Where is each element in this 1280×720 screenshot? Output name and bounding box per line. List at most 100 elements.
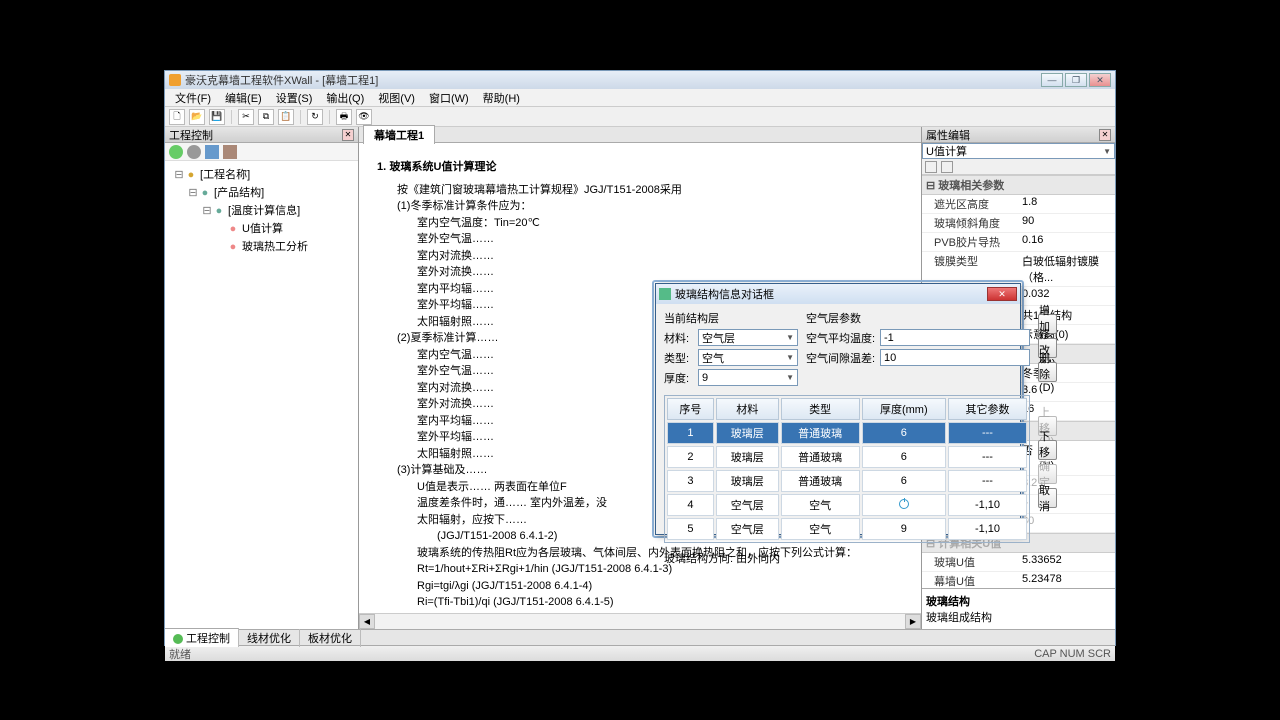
horizontal-scrollbar[interactable]: ◀ ▶ — [359, 613, 921, 629]
tree-item[interactable]: ● U值计算 — [167, 219, 356, 237]
prop-row[interactable]: 遮光区高度1.8 — [922, 195, 1115, 214]
cancel-button[interactable]: 取消 — [1038, 488, 1057, 508]
prop-row[interactable]: PVB胶片导热0.16 — [922, 233, 1115, 252]
open-icon[interactable]: 📂 — [189, 109, 205, 125]
app-icon — [169, 74, 181, 86]
gap-temp-input[interactable] — [880, 349, 1030, 366]
table-row[interactable]: 2玻璃层普通玻璃6--- — [667, 446, 1027, 468]
avg-temp-input[interactable] — [880, 329, 1030, 346]
doc-line: Rgi=tgi/λgi (JGJ/T151-2008 6.4.1-4) — [377, 578, 903, 595]
doc-line: 室内对流换…… — [377, 248, 903, 265]
tree-tb-icon[interactable] — [169, 145, 183, 159]
layer-table[interactable]: 序号材料类型厚度(mm)其它参数 1玻璃层普通玻璃6---2玻璃层普通玻璃6--… — [664, 395, 1030, 543]
table-header[interactable]: 厚度(mm) — [862, 398, 946, 420]
print-icon[interactable]: 🖶 — [336, 109, 352, 125]
menu-output[interactable]: 输出(Q) — [320, 88, 370, 108]
properties-combo[interactable]: U值计算▼ — [922, 143, 1115, 159]
group-air-params: 空气层参数 — [806, 310, 1030, 326]
tree-tb-icon[interactable] — [205, 145, 219, 159]
document-tab[interactable]: 幕墙工程1 — [363, 125, 435, 144]
tree-item[interactable]: ⊟● [温度计算信息] — [167, 201, 356, 219]
table-row[interactable]: 4空气层空气-1,10 — [667, 494, 1027, 516]
dialog-close-button[interactable]: ✕ — [987, 287, 1017, 301]
delete-button[interactable]: 删除(D) — [1038, 362, 1057, 382]
doc-line: Ri=(Tfi-Tbi1)/qi (JGJ/T151-2008 6.4.1-5) — [377, 594, 903, 611]
scroll-right-icon[interactable]: ▶ — [905, 614, 921, 629]
menu-view[interactable]: 视图(V) — [372, 88, 421, 108]
copy-icon[interactable]: ⧉ — [258, 109, 274, 125]
table-header[interactable]: 其它参数 — [948, 398, 1027, 420]
menu-file[interactable]: 文件(F) — [169, 88, 217, 108]
preview-icon[interactable]: 👁 — [356, 109, 372, 125]
dialog-title: 玻璃结构信息对话框 — [675, 286, 774, 302]
glass-structure-dialog: 玻璃结构信息对话框 ✕ 当前结构层 材料: 空气层▼ — [655, 283, 1021, 535]
table-row[interactable]: 5空气层空气9-1,10 — [667, 518, 1027, 540]
minimize-button[interactable]: — — [1041, 73, 1063, 87]
doc-line: (1)冬季标准计算条件应为： — [377, 198, 903, 215]
type-select[interactable]: 空气▼ — [698, 349, 798, 366]
props-tb-icon[interactable] — [941, 161, 953, 173]
dialog-titlebar[interactable]: 玻璃结构信息对话框 ✕ — [656, 284, 1020, 304]
gap-temp-label: 空气间隙温差: — [806, 350, 876, 366]
doc-line: 室内空气温度：Tin=20℃ — [377, 215, 903, 232]
bottom-tab-panel[interactable]: 板材优化 — [300, 629, 361, 647]
bottom-tab-linear[interactable]: 线材优化 — [239, 629, 300, 647]
refresh-icon[interactable]: ↻ — [307, 109, 323, 125]
save-icon[interactable]: 💾 — [209, 109, 225, 125]
tree-item[interactable]: ⊟● [产品结构] — [167, 183, 356, 201]
left-panel: 工程控制 ✕ ⊟● [工程名称]⊟● [产品结构]⊟● [温度计算信息]● U值… — [165, 127, 359, 629]
menu-help[interactable]: 帮助(H) — [477, 88, 526, 108]
maximize-button[interactable]: ❐ — [1065, 73, 1087, 87]
menubar: 文件(F) 编辑(E) 设置(S) 输出(Q) 视图(V) 窗口(W) 帮助(H… — [165, 89, 1115, 107]
status-left: 就绪 — [169, 646, 191, 662]
prop-row[interactable]: 玻璃倾斜角度90 — [922, 214, 1115, 233]
prop-footer-desc: 玻璃组成结构 — [926, 609, 1111, 625]
cut-icon[interactable]: ✂ — [238, 109, 254, 125]
prop-group-header[interactable]: ⊟ 玻璃相关参数 — [922, 175, 1115, 195]
new-icon[interactable]: 🗋 — [169, 109, 185, 125]
titlebar[interactable]: 豪沃克幕墙工程软件XWall - [幕墙工程1] — ❐ ✕ — [165, 71, 1115, 89]
dialog-footer-note: 玻璃结构方向: 由外向内 — [656, 549, 1020, 572]
props-tb-icon[interactable] — [925, 161, 937, 173]
statusbar: 就绪 CAP NUM SCR — [165, 645, 1115, 661]
group-current-layer: 当前结构层 — [664, 310, 798, 326]
doc-line: 按《建筑门窗玻璃幕墙热工计算规程》JGJ/T151-2008采用 — [377, 182, 903, 199]
panel-close-icon[interactable]: ✕ — [1099, 129, 1111, 141]
thickness-label: 厚度: — [664, 370, 694, 386]
menu-window[interactable]: 窗口(W) — [423, 88, 475, 108]
tree-item[interactable]: ⊟● [工程名称] — [167, 165, 356, 183]
tree: ⊟● [工程名称]⊟● [产品结构]⊟● [温度计算信息]● U值计算● 玻璃热… — [165, 161, 358, 629]
doc-line: 室外空气温…… — [377, 231, 903, 248]
close-button[interactable]: ✕ — [1089, 73, 1111, 87]
tree-item[interactable]: ● 玻璃热工分析 — [167, 237, 356, 255]
type-label: 类型: — [664, 350, 694, 366]
table-header[interactable]: 材料 — [716, 398, 779, 420]
toolbar: 🗋 📂 💾 ✂ ⧉ 📋 ↻ 🖶 👁 — [165, 107, 1115, 127]
doc-heading: 玻璃系统U值计算理论 — [390, 161, 497, 173]
ok-button[interactable]: 确定 — [1038, 464, 1057, 484]
center-panel: 幕墙工程1 1. 玻璃系统U值计算理论 按《建筑门窗玻璃幕墙热工计算规程》JGJ… — [359, 127, 921, 629]
tree-tb-icon[interactable] — [223, 145, 237, 159]
status-right: CAP NUM SCR — [1034, 648, 1111, 660]
menu-settings[interactable]: 设置(S) — [270, 88, 319, 108]
thickness-select[interactable]: 9▼ — [698, 369, 798, 386]
prop-row[interactable]: 幕墙U值5.23478 — [922, 572, 1115, 588]
menu-edit[interactable]: 编辑(E) — [219, 88, 268, 108]
table-header[interactable]: 序号 — [667, 398, 714, 420]
bottom-tab-project[interactable]: 工程控制 — [165, 628, 239, 647]
paste-icon[interactable]: 📋 — [278, 109, 294, 125]
material-select[interactable]: 空气层▼ — [698, 329, 798, 346]
material-label: 材料: — [664, 330, 694, 346]
bottom-tabs: 工程控制 线材优化 板材优化 — [165, 629, 1115, 645]
table-row[interactable]: 3玻璃层普通玻璃6--- — [667, 470, 1027, 492]
doc-line: 室外对流换…… — [377, 264, 903, 281]
window-title: 豪沃克幕墙工程软件XWall - [幕墙工程1] — [185, 72, 378, 88]
left-panel-title: 工程控制 — [169, 127, 213, 143]
scroll-left-icon[interactable]: ◀ — [359, 614, 375, 629]
table-header[interactable]: 类型 — [781, 398, 860, 420]
panel-close-icon[interactable]: ✕ — [342, 129, 354, 141]
move-down-button[interactable]: 下移(N) — [1038, 440, 1057, 460]
properties-title: 属性编辑 — [926, 127, 970, 143]
tree-tb-icon[interactable] — [187, 145, 201, 159]
table-row[interactable]: 1玻璃层普通玻璃6--- — [667, 422, 1027, 444]
